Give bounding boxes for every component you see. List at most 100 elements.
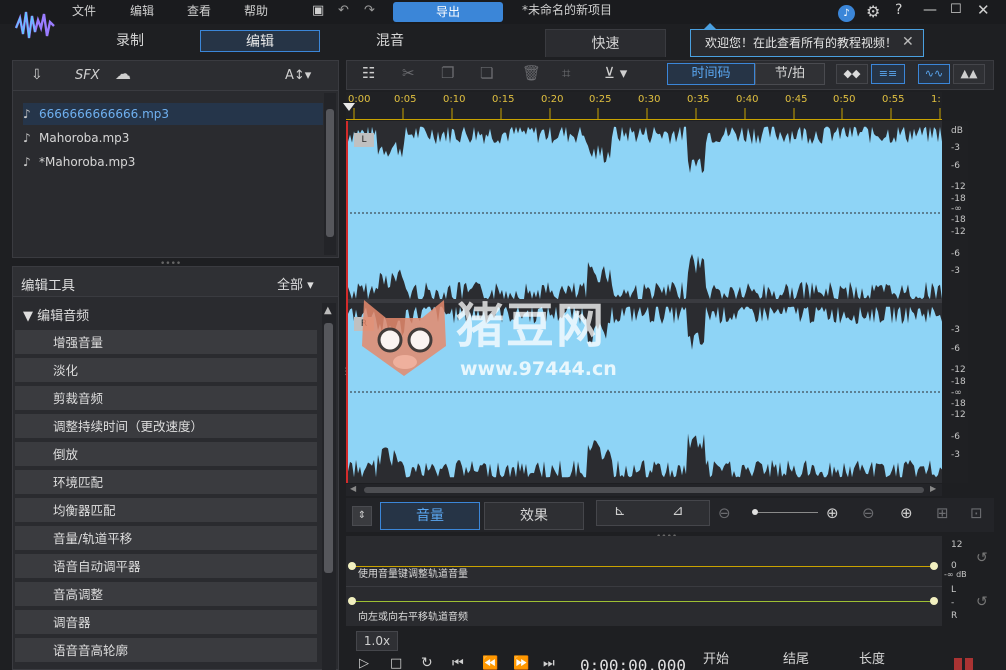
- sfx-button[interactable]: SFX: [75, 68, 100, 83]
- spectrum-mode-icon[interactable]: ▲▲: [953, 64, 985, 84]
- font-size-button[interactable]: A↕▾: [285, 68, 311, 83]
- copy-icon[interactable]: ❐: [441, 64, 454, 82]
- zoom-out-vertical-icon[interactable]: ⊖: [862, 504, 875, 522]
- timecode-toggle[interactable]: 时间码: [667, 63, 755, 85]
- music-note-icon: ♪: [23, 107, 31, 121]
- db-label: dB: [951, 126, 963, 136]
- db-label: -12: [951, 227, 966, 237]
- wave-mode-icon[interactable]: ∿∿: [918, 64, 950, 84]
- library-item[interactable]: ♪ Mahoroba.mp3: [23, 127, 323, 149]
- help-icon[interactable]: ?: [895, 2, 902, 18]
- export-button[interactable]: 导出: [393, 2, 503, 22]
- minimize-icon[interactable]: —: [923, 2, 937, 18]
- loop-icon[interactable]: ↻: [421, 655, 433, 670]
- tools-title: 编辑工具: [21, 278, 75, 294]
- properties-icon[interactable]: ☷: [362, 64, 375, 82]
- menu-view[interactable]: 查看: [187, 2, 211, 19]
- play-icon[interactable]: ▷: [359, 656, 369, 670]
- tool-item[interactable]: 音量/轨道平移: [15, 526, 317, 552]
- delete-icon[interactable]: 🗑: [522, 64, 541, 82]
- tab-effects[interactable]: 效果: [484, 502, 584, 530]
- beat-toggle[interactable]: 节/拍: [755, 63, 825, 85]
- tool-item[interactable]: 调整持续时间（更改速度）: [15, 414, 317, 440]
- volume-keyframe[interactable]: [348, 562, 356, 570]
- tool-item[interactable]: 语音自动调平器: [15, 554, 317, 580]
- scroll-up-icon[interactable]: ▲: [324, 305, 332, 316]
- rewind-icon[interactable]: ⏪: [482, 656, 498, 670]
- menu-edit[interactable]: 编辑: [130, 2, 154, 19]
- pan-keyframe[interactable]: [930, 597, 938, 605]
- insert-icon[interactable]: ⊻ ▾: [604, 64, 627, 82]
- tool-item[interactable]: 剪裁音频: [15, 386, 317, 412]
- zoom-in-vertical-icon[interactable]: ⊕: [900, 504, 913, 522]
- save-icon[interactable]: ▣: [312, 3, 324, 18]
- tools-scroll-thumb[interactable]: [324, 323, 333, 573]
- reset-volume-icon[interactable]: ↺: [976, 550, 988, 566]
- stop-icon[interactable]: □: [390, 656, 402, 670]
- fit-icon[interactable]: ⊞: [936, 504, 949, 522]
- go-end-icon[interactable]: ⏭: [543, 656, 555, 670]
- db-label: -3: [951, 266, 960, 276]
- menu-file[interactable]: 文件: [72, 2, 96, 19]
- reset-pan-icon[interactable]: ↺: [976, 594, 988, 610]
- ruler-tick: 0:35: [687, 94, 710, 105]
- zoom-in-time-icon[interactable]: ⊕: [826, 504, 839, 522]
- playhead-line[interactable]: [346, 121, 348, 483]
- tab-volume[interactable]: 音量: [380, 502, 480, 530]
- tool-item[interactable]: 增强音量: [15, 330, 317, 356]
- keyframe-right-icon[interactable]: ⊿: [672, 503, 684, 519]
- tab-quick[interactable]: 快速: [545, 29, 666, 57]
- zoom-out-time-icon[interactable]: ⊖: [718, 504, 731, 522]
- library-item[interactable]: ♪ 6666666666666.mp3: [23, 103, 323, 125]
- keyframe-left-icon[interactable]: ⊾: [614, 503, 626, 519]
- playhead-handle[interactable]: [343, 103, 355, 111]
- tool-item[interactable]: 调音器: [15, 610, 317, 636]
- ruler-tick: 0:50: [833, 94, 856, 105]
- pan-hint: 向左或向右平移轨道音频: [358, 612, 468, 623]
- close-icon[interactable]: ✕: [977, 1, 990, 19]
- maximize-icon[interactable]: ☐: [950, 2, 962, 17]
- tool-item[interactable]: 倒放: [15, 442, 317, 468]
- waveform-view-icon[interactable]: ◆◆: [836, 64, 868, 84]
- redo-icon[interactable]: ↷: [364, 3, 375, 18]
- zoom-selection-icon[interactable]: ⊡: [970, 504, 983, 522]
- crop-icon[interactable]: ⌗: [562, 64, 570, 82]
- import-icon[interactable]: ⇩: [31, 67, 43, 83]
- scroll-left-icon[interactable]: ◀: [350, 484, 356, 493]
- tool-item[interactable]: 均衡器匹配: [15, 498, 317, 524]
- undo-icon[interactable]: ↶: [338, 3, 349, 18]
- tool-item[interactable]: 语音音高轮廓: [15, 638, 317, 664]
- cut-icon[interactable]: ✂: [402, 64, 415, 82]
- cloud-icon[interactable]: ☁: [115, 64, 131, 83]
- notification-icon[interactable]: ♪: [838, 5, 855, 22]
- tab-edit[interactable]: 编辑: [200, 30, 320, 52]
- timeline-scroll-thumb[interactable]: [364, 487, 924, 493]
- tool-item[interactable]: 环境匹配: [15, 470, 317, 496]
- paste-icon[interactable]: ❏: [480, 64, 493, 82]
- pan-envelope-line[interactable]: [352, 601, 936, 602]
- gear-icon[interactable]: ⚙: [866, 2, 880, 21]
- zoom-slider-track[interactable]: [758, 512, 818, 513]
- pan-keyframe[interactable]: [348, 597, 356, 605]
- music-note-icon: ♪: [23, 155, 31, 169]
- volume-scale-label: 12: [951, 540, 963, 550]
- spectral-view-icon[interactable]: ≡≡: [871, 64, 905, 84]
- tools-filter-dropdown[interactable]: 全部 ▾: [277, 274, 314, 293]
- close-tooltip-icon[interactable]: ✕: [902, 34, 914, 50]
- scroll-right-icon[interactable]: ▶: [930, 484, 936, 493]
- go-start-icon[interactable]: ⏮: [452, 656, 464, 670]
- menu-help[interactable]: 帮助: [244, 2, 268, 19]
- tool-item[interactable]: 淡化: [15, 358, 317, 384]
- speed-button[interactable]: 1.0x: [356, 631, 398, 651]
- ruler-tick: 0:55: [882, 94, 905, 105]
- volume-keyframe[interactable]: [930, 562, 938, 570]
- tools-group-header[interactable]: ▼ 编辑音频: [23, 305, 89, 324]
- tab-mix[interactable]: 混音: [330, 30, 450, 52]
- time-ruler[interactable]: 0:00 0:05 0:10 0:15 0:20 0:25 0:30 0:35 …: [346, 92, 942, 120]
- library-item[interactable]: ♪ *Mahoroba.mp3: [23, 151, 323, 173]
- fast-forward-icon[interactable]: ⏩: [513, 656, 529, 670]
- tab-record[interactable]: 录制: [70, 30, 190, 52]
- library-scroll-thumb[interactable]: [326, 109, 334, 237]
- collapse-icon[interactable]: ⇕: [352, 506, 372, 526]
- tool-item[interactable]: 音高调整: [15, 582, 317, 608]
